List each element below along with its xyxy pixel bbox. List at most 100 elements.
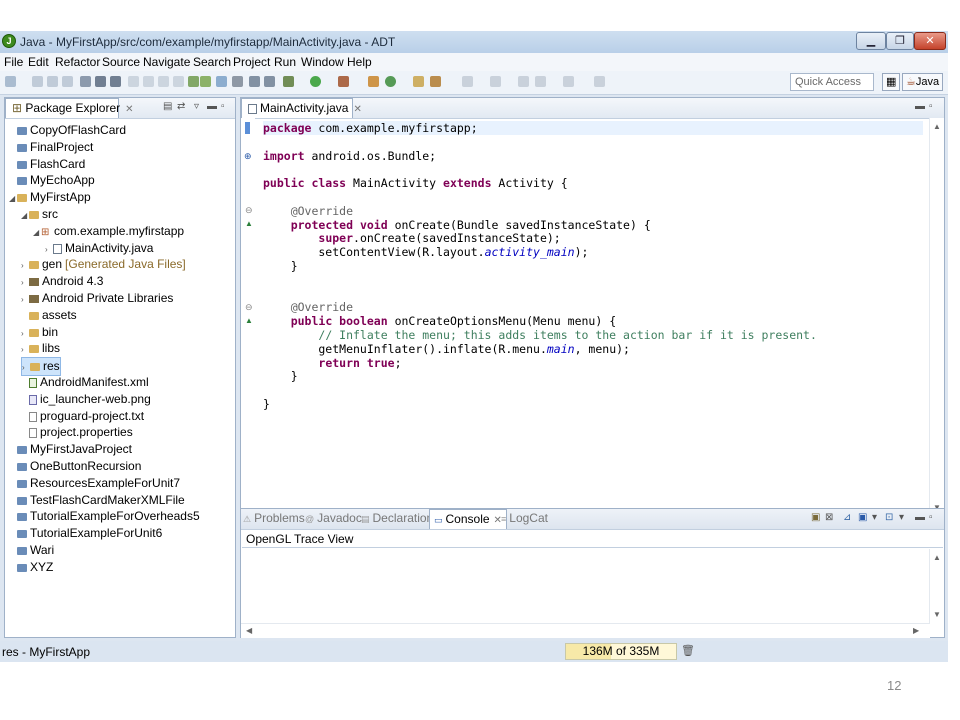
tab-problems[interactable]: ⚠ Problems bbox=[243, 509, 305, 529]
new-icon[interactable] bbox=[5, 76, 16, 87]
next-annotation-icon[interactable] bbox=[490, 76, 501, 87]
android-test-icon[interactable] bbox=[158, 76, 169, 87]
tree-item[interactable]: MyEchoApp bbox=[9, 172, 95, 189]
tree-item[interactable]: CopyOfFlashCard bbox=[9, 122, 126, 139]
open-console-dropdown-icon[interactable]: ▾ bbox=[899, 512, 904, 523]
minimize-button[interactable]: ▁ bbox=[856, 32, 886, 50]
tree-item[interactable]: ◢ MyFirstApp bbox=[9, 189, 91, 206]
android-wizard-icon[interactable] bbox=[216, 76, 227, 87]
android-app-icon[interactable] bbox=[128, 76, 139, 87]
forward-icon[interactable] bbox=[535, 76, 546, 87]
scroll-down-icon[interactable]: ▼ bbox=[933, 610, 941, 619]
open-console-icon[interactable]: ⊡ bbox=[885, 512, 893, 523]
tree-item[interactable]: proguard-project.txt bbox=[21, 408, 144, 425]
garbage-collect-icon[interactable]: 🗑 bbox=[681, 644, 695, 657]
sdk-manager-icon[interactable] bbox=[80, 76, 91, 87]
last-edit-icon[interactable] bbox=[563, 76, 574, 87]
heap-status[interactable]: 136M of 335M bbox=[565, 643, 677, 660]
save-all-icon[interactable] bbox=[47, 76, 58, 87]
expand-toggle-icon[interactable]: › bbox=[21, 257, 29, 274]
close-tab-icon[interactable]: ✕ bbox=[353, 104, 361, 115]
tree-item[interactable]: › Android Private Libraries bbox=[21, 290, 173, 307]
annotation-icon[interactable] bbox=[462, 76, 473, 87]
new-class-icon[interactable] bbox=[385, 76, 396, 87]
tree-item[interactable]: ◢ ⊞ com.example.myfirstapp bbox=[33, 223, 184, 240]
expand-toggle-icon[interactable]: ◢ bbox=[21, 207, 29, 224]
java-perspective-button[interactable]: ☕Java bbox=[902, 73, 944, 91]
tree-item[interactable]: › MainActivity.java bbox=[45, 240, 153, 257]
android-xml-icon[interactable] bbox=[143, 76, 154, 87]
lint-icon[interactable] bbox=[110, 76, 121, 87]
minimize-console-icon[interactable]: ▬ bbox=[915, 512, 925, 523]
tab-javadoc[interactable]: @ Javadoc bbox=[305, 509, 362, 529]
link-editor-icon[interactable]: ⇄ bbox=[177, 101, 185, 112]
scroll-up-icon[interactable]: ▲ bbox=[933, 553, 941, 562]
tree-item[interactable]: AndroidManifest.xml bbox=[21, 374, 149, 391]
view-menu-icon[interactable]: ▿ bbox=[194, 101, 199, 112]
quick-access-input[interactable]: Quick Access bbox=[790, 73, 874, 91]
menu-file[interactable]: File bbox=[4, 55, 23, 69]
tab-logcat[interactable]: ≡ LogCat bbox=[501, 509, 548, 529]
collapse-all-icon[interactable]: ▤ bbox=[163, 101, 172, 112]
expand-toggle-icon[interactable]: ◢ bbox=[9, 190, 17, 207]
display-console-icon[interactable]: ▣ bbox=[858, 512, 867, 523]
menu-refactor[interactable]: Refactor bbox=[55, 55, 100, 69]
menu-run[interactable]: Run bbox=[274, 55, 296, 69]
close-tab-icon[interactable]: ✕ bbox=[125, 104, 133, 115]
tree-item[interactable]: project.properties bbox=[21, 424, 133, 441]
tree-item[interactable]: FinalProject bbox=[9, 139, 93, 156]
debug-icon[interactable] bbox=[283, 76, 294, 87]
pin-icon[interactable] bbox=[594, 76, 605, 87]
avd-manager-icon[interactable] bbox=[95, 76, 106, 87]
menu-navigate[interactable]: Navigate bbox=[143, 55, 190, 69]
tree-item[interactable]: › Android 4.3 bbox=[21, 273, 103, 290]
expand-imports-icon[interactable]: ⊕ bbox=[244, 151, 252, 162]
menu-project[interactable]: Project bbox=[233, 55, 270, 69]
clear-console-icon[interactable]: ▣ bbox=[811, 512, 820, 523]
maximize-view-icon[interactable]: ▫ bbox=[221, 101, 225, 112]
console-vertical-scrollbar[interactable]: ▲ ▼ bbox=[929, 549, 944, 623]
expand-toggle-icon[interactable]: › bbox=[21, 325, 29, 342]
tree-item[interactable]: TestFlashCardMakerXMLFile bbox=[9, 492, 185, 509]
pin-console-icon[interactable]: ⊿ bbox=[843, 512, 851, 523]
fold-oncreate-icon[interactable]: ⊖ bbox=[245, 205, 253, 216]
console-horizontal-scrollbar[interactable]: ◀ ▶ bbox=[241, 623, 930, 638]
tree-item[interactable]: › gen [Generated Java Files] bbox=[21, 256, 186, 273]
maximize-console-icon[interactable]: ▫ bbox=[929, 512, 933, 523]
tree-item[interactable]: ic_launcher-web.png bbox=[21, 391, 151, 408]
menu-source[interactable]: Source bbox=[102, 55, 140, 69]
new-dropdown-icon[interactable] bbox=[232, 76, 243, 87]
tree-item[interactable]: › libs bbox=[21, 340, 60, 357]
tab-mainactivity[interactable]: MainActivity.java ✕ bbox=[241, 98, 362, 118]
new-java-project-icon[interactable] bbox=[368, 76, 379, 87]
toggle-mark-icon[interactable] bbox=[264, 76, 275, 87]
expand-toggle-icon[interactable]: › bbox=[45, 241, 53, 258]
open-type-hierarchy-icon[interactable] bbox=[413, 76, 424, 87]
editor-vertical-scrollbar[interactable]: ▲ ▼ bbox=[929, 118, 944, 516]
android-layout-icon[interactable] bbox=[173, 76, 184, 87]
search-icon[interactable] bbox=[430, 76, 441, 87]
open-perspective-button[interactable]: ▦ bbox=[882, 73, 900, 91]
tree-item[interactable]: ResourcesExampleForUnit7 bbox=[9, 475, 180, 492]
menu-edit[interactable]: Edit bbox=[28, 55, 49, 69]
save-icon[interactable] bbox=[32, 76, 43, 87]
minimize-view-icon[interactable]: ▬ bbox=[207, 101, 217, 112]
close-button[interactable]: ✕ bbox=[914, 32, 946, 50]
tree-item[interactable]: assets bbox=[21, 307, 77, 324]
external-tools-icon[interactable] bbox=[338, 76, 349, 87]
minimize-editor-icon[interactable]: ▬ bbox=[915, 101, 925, 112]
tree-item[interactable]: TutorialExampleForOverheads5 bbox=[9, 508, 200, 525]
menu-window[interactable]: Window bbox=[301, 55, 344, 69]
back-icon[interactable] bbox=[518, 76, 529, 87]
expand-toggle-icon[interactable]: › bbox=[21, 341, 29, 358]
display-dropdown-icon[interactable]: ▾ bbox=[872, 512, 877, 523]
run-icon[interactable] bbox=[310, 76, 321, 87]
print-icon[interactable] bbox=[62, 76, 73, 87]
tab-declaration[interactable]: ▤ Declaration bbox=[361, 509, 433, 529]
expand-toggle-icon[interactable]: ◢ bbox=[33, 224, 41, 241]
expand-toggle-icon[interactable]: › bbox=[21, 274, 29, 291]
tree-item[interactable]: MyFirstJavaProject bbox=[9, 441, 132, 458]
android-device-icon[interactable] bbox=[200, 76, 211, 87]
android-sdk-icon[interactable] bbox=[188, 76, 199, 87]
scroll-up-icon[interactable]: ▲ bbox=[933, 122, 941, 131]
